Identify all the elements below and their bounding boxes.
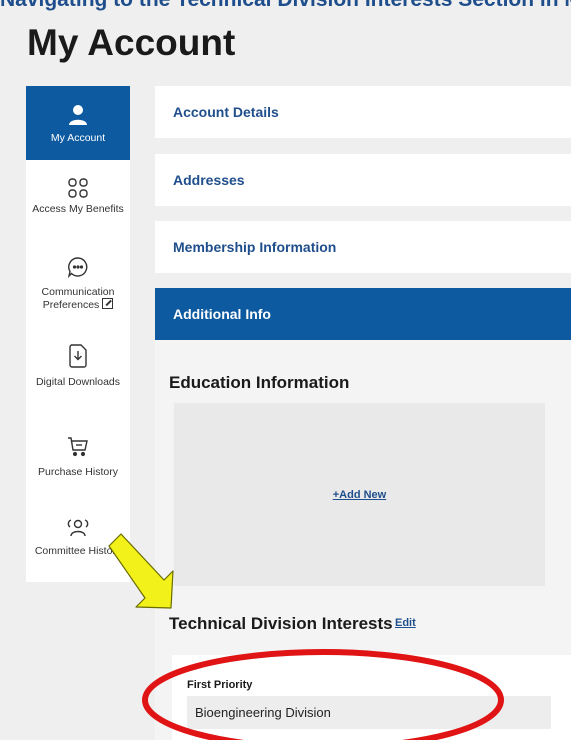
sidebar-item-committee-history[interactable]: Committee History [26,516,130,557]
panel-label: Additional Info [173,306,271,322]
account-details-panel[interactable]: Account Details [155,86,571,138]
add-new-link[interactable]: +Add New [333,489,386,501]
edit-link[interactable]: Edit [395,617,416,629]
sidebar-item-label: My Account [50,132,106,144]
first-priority-label: First Priority [187,679,253,691]
external-link-icon [102,298,114,309]
download-icon [67,344,89,368]
user-icon [68,104,88,126]
sidebar-item-label: Communication Preferences [41,286,115,311]
sidebar-item-label: Digital Downloads [35,376,121,388]
sidebar-item-access-my-benefits[interactable]: Access My Benefits [26,178,130,215]
panel-label: Addresses [173,172,245,188]
panel-label: Account Details [173,104,279,120]
chat-bubble-icon [67,256,89,278]
membership-information-panel[interactable]: Membership Information [155,221,571,273]
grid-icon [68,178,88,198]
sidebar-item-communication-preferences[interactable]: Communication Preferences [26,256,130,311]
sidebar-item-purchase-history[interactable]: Purchase History [26,436,130,478]
sidebar-item-label: Purchase History [38,466,118,478]
first-priority-field[interactable]: Bioengineering Division [187,696,551,729]
sidebar-item-my-account[interactable]: My Account [26,86,130,160]
technical-division-heading: Technical Division Interests [169,614,393,633]
people-icon [66,516,90,538]
sidebar-item-label: Committee History [34,545,122,557]
account-sidebar: My Account Access My Benefits Communicat… [26,86,130,582]
sidebar-item-label: Access My Benefits [32,203,124,215]
addresses-panel[interactable]: Addresses [155,154,571,206]
sidebar-item-digital-downloads[interactable]: Digital Downloads [26,344,130,388]
education-heading: Education Information [169,373,350,392]
additional-info-panel[interactable]: Additional Info [155,288,571,340]
panel-label: Membership Information [173,239,337,255]
top-banner-text: Navigating to the Technical Division Int… [0,0,571,12]
education-add-box: +Add New [174,403,545,586]
page-title: My Account [27,22,236,63]
cart-icon [67,436,89,458]
